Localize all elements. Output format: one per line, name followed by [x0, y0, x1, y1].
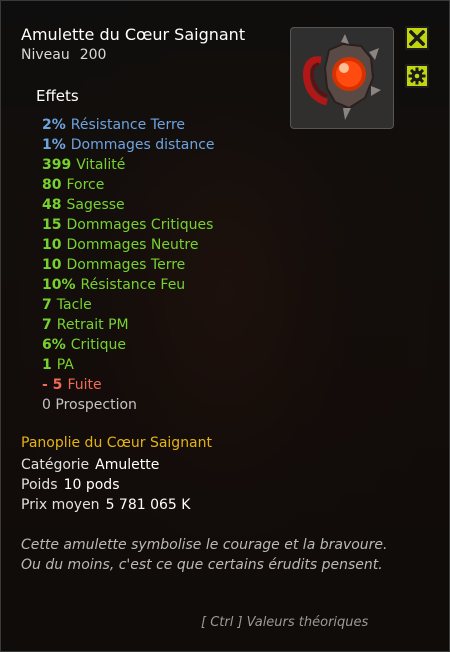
price-label: Prix moyen — [21, 497, 100, 513]
effect-row: 48 Sagesse — [42, 195, 215, 215]
effect-row: 80 Force — [42, 175, 215, 195]
item-tooltip: Amulette du Cœur Saignant Niveau 200 Eff… — [0, 0, 450, 652]
effect-row: 6% Critique — [42, 335, 215, 355]
effect-value: 0 — [42, 397, 51, 413]
category-value: Amulette — [95, 457, 160, 473]
effect-row: 2% Résistance Terre — [42, 115, 215, 135]
effect-label: Retrait PM — [56, 317, 129, 333]
effect-label: Dommages Critiques — [66, 217, 214, 233]
effect-label: Prospection — [55, 397, 137, 413]
effect-row: 15 Dommages Critiques — [42, 215, 215, 235]
weight-value: 10 pods — [63, 477, 120, 493]
close-button[interactable] — [405, 26, 429, 50]
effect-row: 10% Résistance Feu — [42, 275, 215, 295]
effect-label: Fuite — [67, 377, 102, 393]
effect-value: 10% — [42, 277, 76, 293]
effect-value: 6% — [42, 337, 66, 353]
effect-row: 399 Vitalité — [42, 155, 215, 175]
effect-label: Critique — [70, 337, 126, 353]
amulet-icon — [303, 34, 381, 120]
effect-value: 1 — [42, 357, 52, 373]
effect-value: 7 — [42, 297, 52, 313]
effect-label: Dommages Terre — [66, 257, 186, 273]
weight-label: Poids — [21, 477, 58, 493]
effect-label: PA — [56, 357, 74, 373]
effect-value: 1% — [42, 137, 66, 153]
settings-button[interactable] — [405, 64, 429, 88]
effect-label: Dommages distance — [70, 137, 215, 153]
effect-row: 7 Tacle — [42, 295, 215, 315]
set-link[interactable]: Panoplie du Cœur Saignant — [21, 435, 212, 451]
level-label: Niveau — [21, 47, 70, 63]
price-value: 5 781 065 K — [105, 497, 191, 513]
item-level: Niveau 200 — [21, 47, 106, 63]
effect-row: 1 PA — [42, 355, 215, 375]
effect-value: 48 — [42, 197, 62, 213]
effect-value: 15 — [42, 217, 62, 233]
effect-row: - 5 Fuite — [42, 375, 215, 395]
category-label: Catégorie — [21, 457, 90, 473]
effects-list: 2% Résistance Terre 1% Dommages distance 3… — [42, 115, 215, 415]
effect-label: Tacle — [56, 297, 92, 313]
level-value: 200 — [79, 47, 107, 63]
ctrl-hint: [ Ctrl ] Valeurs théoriques — [201, 615, 369, 630]
effect-value: 80 — [42, 177, 62, 193]
effect-row: 0 Prospection — [42, 395, 215, 415]
weight-line: Poids 10 pods — [21, 477, 120, 493]
close-icon — [409, 30, 425, 46]
category-line: Catégorie Amulette — [21, 457, 159, 473]
price-line: Prix moyen 5 781 065 K — [21, 497, 190, 513]
effect-row: 7 Retrait PM — [42, 315, 215, 335]
effect-label: Dommages Neutre — [66, 237, 199, 253]
effect-label: Vitalité — [76, 157, 126, 173]
effect-value: 7 — [42, 317, 52, 333]
effect-row: 1% Dommages distance — [42, 135, 215, 155]
effect-label: Résistance Terre — [70, 117, 186, 133]
gear-icon — [408, 67, 426, 85]
effect-row: 10 Dommages Terre — [42, 255, 215, 275]
effect-label: Force — [66, 177, 105, 193]
effect-label: Résistance Feu — [80, 277, 186, 293]
item-name: Amulette du Cœur Saignant — [21, 25, 246, 44]
effects-heading: Effets — [36, 87, 79, 105]
item-image-frame — [290, 27, 394, 129]
effect-value: 10 — [42, 257, 62, 273]
item-description: Cette amulette symbolise le courage et l… — [21, 537, 388, 573]
effect-value: - 5 — [42, 377, 63, 393]
effect-value: 399 — [42, 157, 72, 173]
effect-row: 10 Dommages Neutre — [42, 235, 215, 255]
effect-value: 2% — [42, 117, 66, 133]
effect-label: Sagesse — [66, 197, 125, 213]
effect-value: 10 — [42, 237, 62, 253]
